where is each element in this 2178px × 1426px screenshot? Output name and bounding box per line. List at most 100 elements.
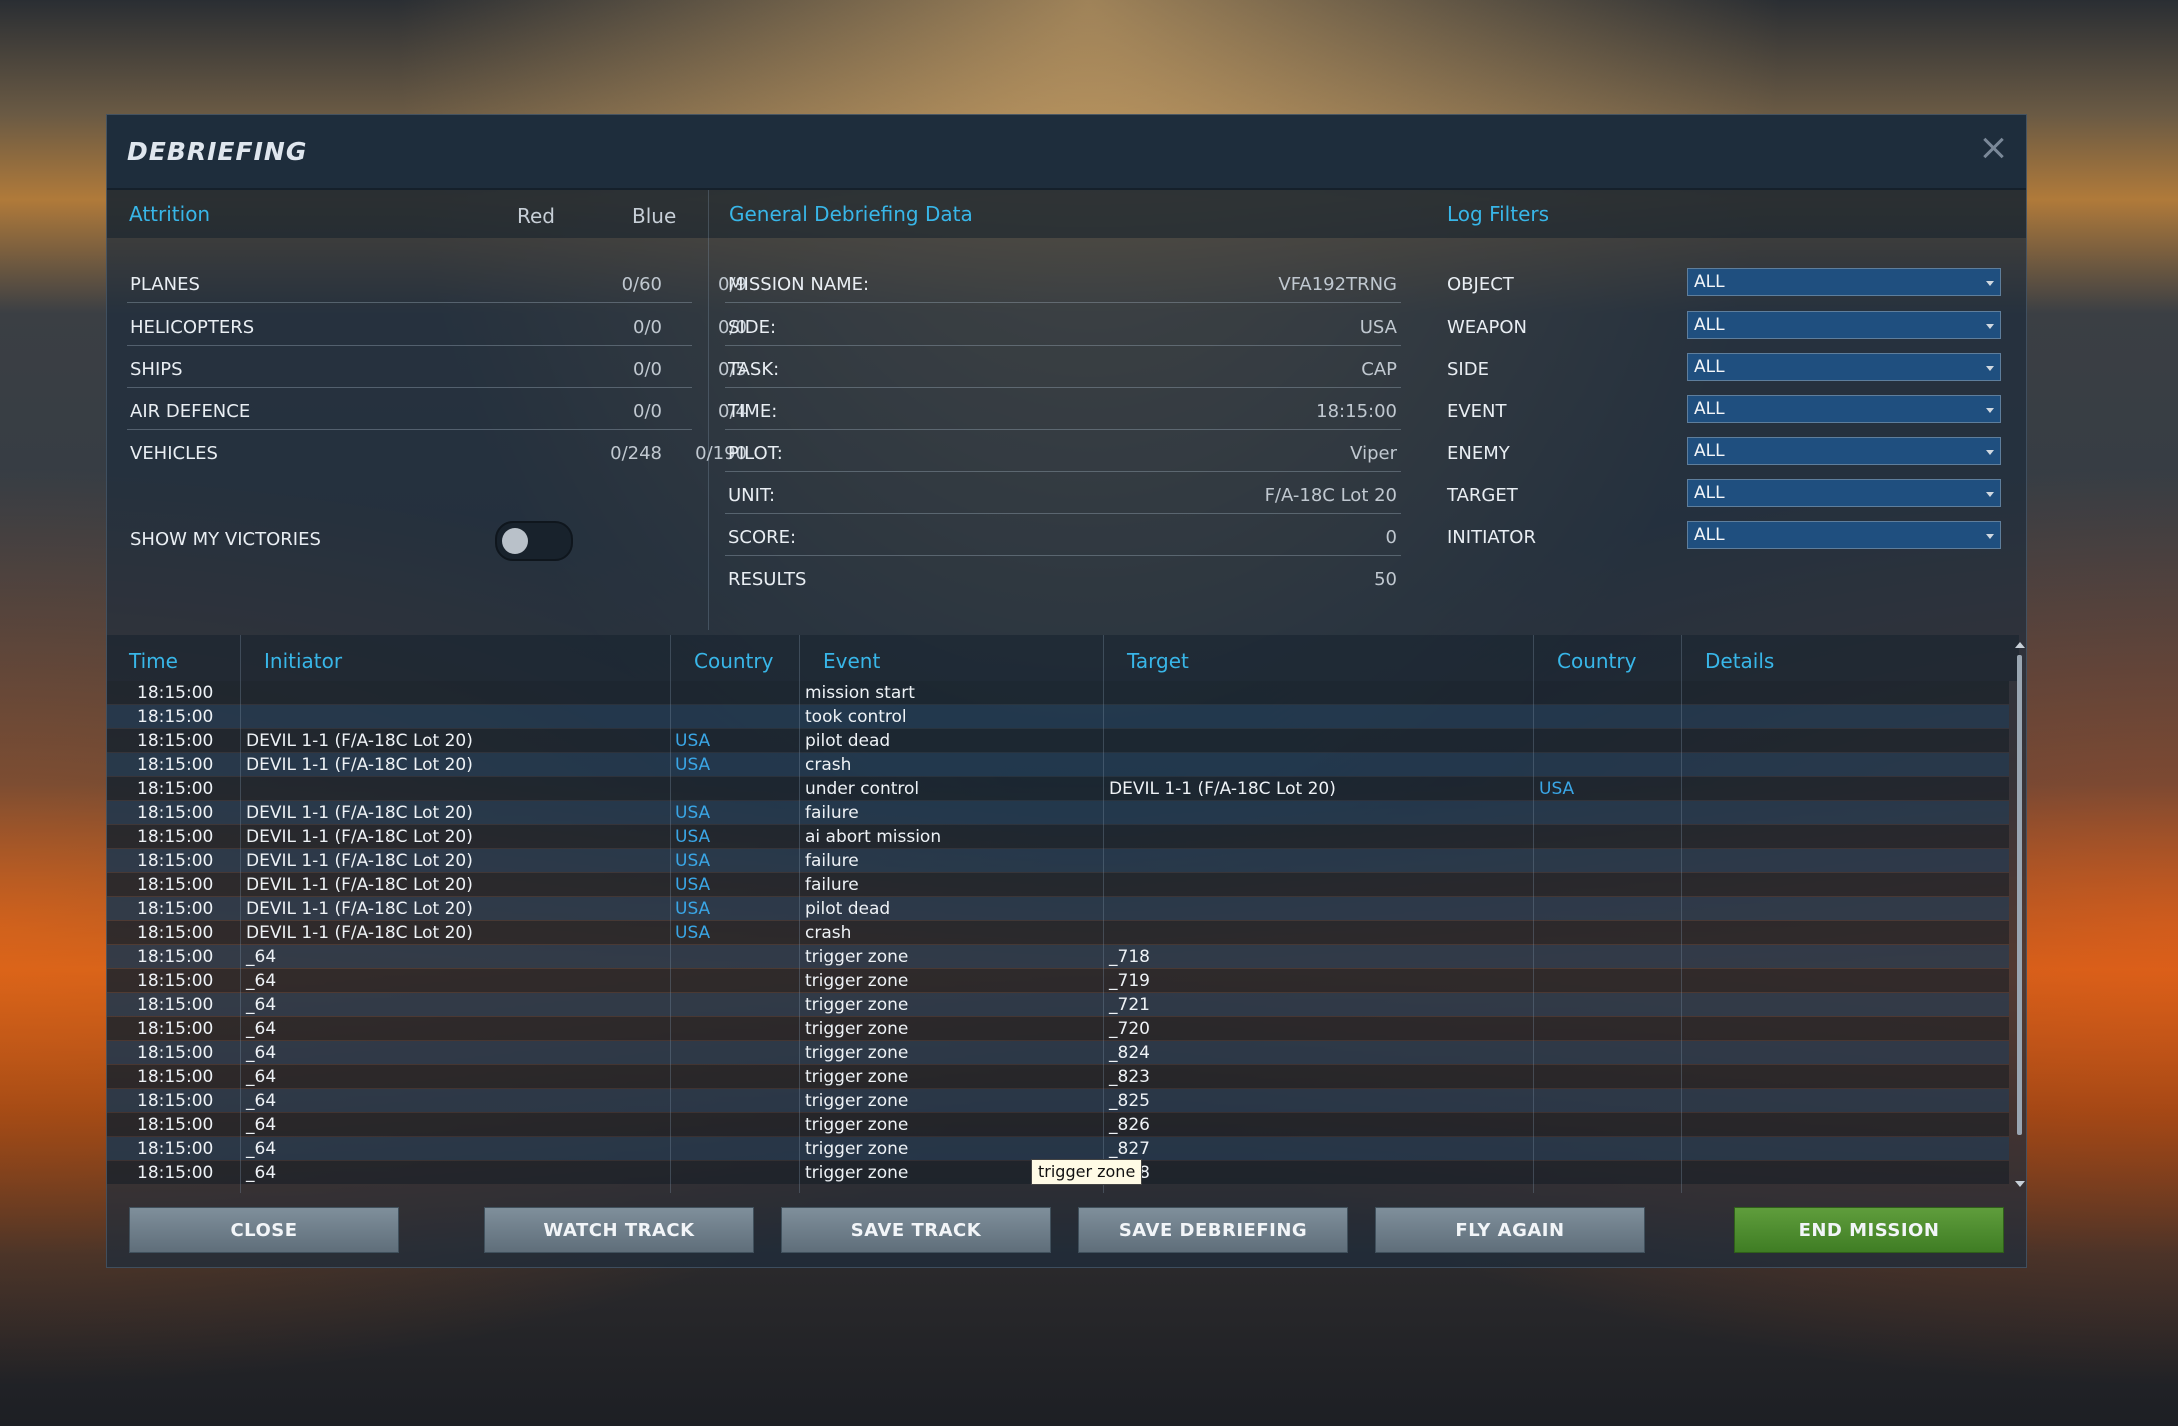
- watch-track-button[interactable]: WATCH TRACK: [484, 1207, 754, 1253]
- scroll-down-icon[interactable]: [2015, 1181, 2025, 1187]
- log-time: 18:15:00: [137, 923, 214, 943]
- log-time: 18:15:00: [137, 875, 214, 895]
- table-row[interactable]: 18:15:00 DEVIL 1-1 (F/A-18C Lot 20) USA fai…: [107, 873, 2009, 896]
- end-mission-button[interactable]: END MISSION: [1734, 1207, 2004, 1253]
- log-event: trigger zone: [805, 1043, 909, 1063]
- table-row[interactable]: 18:15:00 _64 trigger zone _827: [107, 1137, 2009, 1160]
- log-initiator: _64: [246, 995, 277, 1015]
- log-time: 18:15:00: [137, 1115, 214, 1135]
- log-time: 18:15:00: [137, 707, 214, 727]
- log-event: trigger zone: [805, 1163, 909, 1183]
- close-button[interactable]: CLOSE: [129, 1207, 399, 1253]
- select-value: ALL: [1694, 272, 1725, 292]
- table-row[interactable]: 18:15:00 DEVIL 1-1 (F/A-18C Lot 20) USA pil…: [107, 729, 2009, 752]
- filter-select-object[interactable]: ALL: [1687, 268, 2001, 296]
- table-row[interactable]: 18:15:00 DEVIL 1-1 (F/A-18C Lot 20) USA cra…: [107, 921, 2009, 944]
- log-target: _824: [1109, 1043, 1150, 1063]
- log-time: 18:15:00: [137, 1043, 214, 1063]
- general-label: UNIT:: [728, 485, 776, 506]
- close-icon[interactable]: [1978, 133, 2008, 163]
- select-value: ALL: [1694, 525, 1725, 545]
- general-value: F/A-18C Lot 20: [1264, 485, 1397, 506]
- log-col-initiator[interactable]: Initiator: [264, 649, 342, 673]
- attrition-label: SHIPS: [130, 359, 183, 380]
- table-row[interactable]: 18:15:00 DEVIL 1-1 (F/A-18C Lot 20) USA pil…: [107, 897, 2009, 920]
- table-row[interactable]: 18:15:00 took control: [107, 705, 2009, 728]
- table-row[interactable]: 18:15:00 _64 trigger zone _825: [107, 1089, 2009, 1112]
- col-divider: [1681, 635, 1682, 1193]
- attrition-label: HELICOPTERS: [130, 317, 255, 338]
- log-country: USA: [675, 899, 711, 919]
- log-event: crash: [805, 923, 852, 943]
- table-row[interactable]: 18:15:00 DEVIL 1-1 (F/A-18C Lot 20) USA ai …: [107, 825, 2009, 848]
- filter-select-enemy[interactable]: ALL: [1687, 437, 2001, 465]
- table-row[interactable]: 18:15:00 _64 trigger zone _824: [107, 1041, 2009, 1064]
- table-row[interactable]: 18:15:00 _64 trigger zone _720: [107, 1017, 2009, 1040]
- table-row[interactable]: 18:15:00 DEVIL 1-1 (F/A-18C Lot 20) USA fai…: [107, 801, 2009, 824]
- general-value: 18:15:00: [1316, 401, 1397, 422]
- log-country: USA: [675, 755, 711, 775]
- filter-label: INITIATOR: [1447, 527, 1536, 548]
- log-country: USA: [675, 731, 711, 751]
- filter-label: SIDE: [1447, 359, 1489, 380]
- log-target: _721: [1109, 995, 1150, 1015]
- filter-select-weapon[interactable]: ALL: [1687, 311, 2001, 339]
- chevron-down-icon: [1986, 534, 1994, 539]
- log-event: pilot dead: [805, 731, 891, 751]
- general-value: 0: [1385, 527, 1397, 548]
- filter-select-initiator[interactable]: ALL: [1687, 521, 2001, 549]
- log-event: trigger zone: [805, 1067, 909, 1087]
- row-separator: [725, 345, 1401, 346]
- log-target: _825: [1109, 1091, 1150, 1111]
- col-divider: [1103, 635, 1104, 1193]
- log-col-country[interactable]: Country: [694, 649, 773, 673]
- table-row[interactable]: 18:15:00 DEVIL 1-1 (F/A-18C Lot 20) USA cra…: [107, 753, 2009, 776]
- table-row[interactable]: 18:15:00 DEVIL 1-1 (F/A-18C Lot 20) USA fai…: [107, 849, 2009, 872]
- toggle-knob: [502, 528, 528, 554]
- log-scrollbar[interactable]: [2017, 655, 2022, 1135]
- filter-select-side[interactable]: ALL: [1687, 353, 2001, 381]
- show-victories-toggle[interactable]: [495, 521, 573, 561]
- table-row[interactable]: 18:15:00 _64 trigger zone _718: [107, 945, 2009, 968]
- log-country: USA: [675, 923, 711, 943]
- table-row[interactable]: 18:15:00 _64 trigger zone _826: [107, 1113, 2009, 1136]
- log-time: 18:15:00: [137, 779, 214, 799]
- log-time: 18:15:00: [137, 1019, 214, 1039]
- log-event: under control: [805, 779, 920, 799]
- log-col-event[interactable]: Event: [823, 649, 880, 673]
- scroll-up-icon[interactable]: [2015, 642, 2025, 648]
- general-label: MISSION NAME:: [728, 274, 870, 295]
- table-row[interactable]: 18:15:00 under control DEVIL 1-1 (F/A-18C …: [107, 777, 2009, 800]
- log-filters-title: Log Filters: [1447, 202, 1550, 226]
- log-time: 18:15:00: [137, 995, 214, 1015]
- log-col-details[interactable]: Details: [1705, 649, 1774, 673]
- log-time: 18:15:00: [137, 827, 214, 847]
- fly-again-button[interactable]: FLY AGAIN: [1375, 1207, 1645, 1253]
- general-label: TASK:: [728, 359, 780, 380]
- filter-select-event[interactable]: ALL: [1687, 395, 2001, 423]
- table-row[interactable]: 18:15:00 _64 trigger zone _719: [107, 969, 2009, 992]
- attrition-col-red: Red: [517, 204, 555, 228]
- save-debriefing-button[interactable]: SAVE DEBRIEFING: [1078, 1207, 1348, 1253]
- log-country: USA: [675, 851, 711, 871]
- log-header: Time Initiator Country Event Target Coun…: [107, 635, 2019, 681]
- log-time: 18:15:00: [137, 683, 214, 703]
- log-col-time[interactable]: Time: [129, 649, 178, 673]
- log-col-target[interactable]: Target: [1127, 649, 1189, 673]
- log-time: 18:15:00: [137, 1163, 214, 1183]
- log-event: failure: [805, 803, 859, 823]
- section-header-bar: [107, 190, 2026, 238]
- table-row[interactable]: 18:15:00 mission start: [107, 681, 2009, 704]
- log-col-target-country[interactable]: Country: [1557, 649, 1636, 673]
- filter-select-target[interactable]: ALL: [1687, 479, 2001, 507]
- attrition-col-blue: Blue: [632, 204, 677, 228]
- save-track-button[interactable]: SAVE TRACK: [781, 1207, 1051, 1253]
- filter-label: WEAPON: [1447, 317, 1527, 338]
- select-value: ALL: [1694, 357, 1725, 377]
- log-initiator: _64: [246, 1091, 277, 1111]
- log-target-country: USA: [1539, 779, 1575, 799]
- log-time: 18:15:00: [137, 1091, 214, 1111]
- log-initiator: _64: [246, 971, 277, 991]
- table-row[interactable]: 18:15:00 _64 trigger zone _823: [107, 1065, 2009, 1088]
- table-row[interactable]: 18:15:00 _64 trigger zone _721: [107, 993, 2009, 1016]
